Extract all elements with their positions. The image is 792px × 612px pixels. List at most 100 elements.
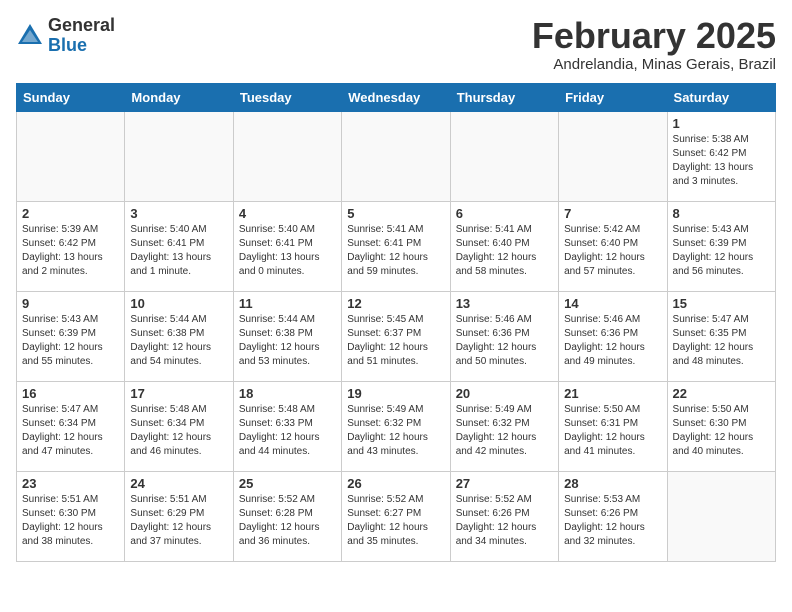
- day-cell: 12 Sunrise: 5:45 AM Sunset: 6:37 PM Dayli…: [342, 291, 450, 381]
- day-cell: [559, 111, 667, 201]
- logo-blue-text: Blue: [48, 36, 115, 56]
- day-cell: 28 Sunrise: 5:53 AM Sunset: 6:26 PM Dayli…: [559, 471, 667, 561]
- day-number: 22: [673, 386, 770, 401]
- day-info: Sunrise: 5:44 AM Sunset: 6:38 PM Dayligh…: [239, 313, 336, 369]
- day-cell: [233, 111, 341, 201]
- week-row-2: 2 Sunrise: 5:39 AM Sunset: 6:42 PM Daylig…: [17, 201, 776, 291]
- day-cell: 10 Sunrise: 5:44 AM Sunset: 6:38 PM Dayli…: [125, 291, 233, 381]
- day-cell: 24 Sunrise: 5:51 AM Sunset: 6:29 PM Dayli…: [125, 471, 233, 561]
- day-info: Sunrise: 5:52 AM Sunset: 6:27 PM Dayligh…: [347, 493, 444, 549]
- day-number: 25: [239, 476, 336, 491]
- calendar-table: SundayMondayTuesdayWednesdayThursdayFrid…: [16, 83, 776, 562]
- day-info: Sunrise: 5:38 AM Sunset: 6:42 PM Dayligh…: [673, 133, 770, 189]
- day-cell: 26 Sunrise: 5:52 AM Sunset: 6:27 PM Dayli…: [342, 471, 450, 561]
- day-info: Sunrise: 5:50 AM Sunset: 6:30 PM Dayligh…: [673, 403, 770, 459]
- day-cell: 2 Sunrise: 5:39 AM Sunset: 6:42 PM Daylig…: [17, 201, 125, 291]
- day-cell: 19 Sunrise: 5:49 AM Sunset: 6:32 PM Dayli…: [342, 381, 450, 471]
- page-header: General Blue February 2025 Andrelandia, …: [16, 16, 776, 73]
- day-info: Sunrise: 5:47 AM Sunset: 6:34 PM Dayligh…: [22, 403, 119, 459]
- day-info: Sunrise: 5:40 AM Sunset: 6:41 PM Dayligh…: [130, 223, 227, 279]
- day-number: 8: [673, 206, 770, 221]
- day-info: Sunrise: 5:43 AM Sunset: 6:39 PM Dayligh…: [673, 223, 770, 279]
- day-number: 14: [564, 296, 661, 311]
- day-number: 1: [673, 116, 770, 131]
- day-info: Sunrise: 5:41 AM Sunset: 6:41 PM Dayligh…: [347, 223, 444, 279]
- day-number: 10: [130, 296, 227, 311]
- day-number: 20: [456, 386, 553, 401]
- day-cell: 11 Sunrise: 5:44 AM Sunset: 6:38 PM Dayli…: [233, 291, 341, 381]
- day-info: Sunrise: 5:53 AM Sunset: 6:26 PM Dayligh…: [564, 493, 661, 549]
- day-cell: [17, 111, 125, 201]
- day-info: Sunrise: 5:49 AM Sunset: 6:32 PM Dayligh…: [347, 403, 444, 459]
- day-cell: 20Sunrise: 5:49 AM Sunset: 6:32 PM Dayli…: [450, 381, 558, 471]
- day-info: Sunrise: 5:50 AM Sunset: 6:31 PM Dayligh…: [564, 403, 661, 459]
- day-cell: 14 Sunrise: 5:46 AM Sunset: 6:36 PM Dayli…: [559, 291, 667, 381]
- day-cell: 8 Sunrise: 5:43 AM Sunset: 6:39 PM Daylig…: [667, 201, 775, 291]
- day-number: 19: [347, 386, 444, 401]
- week-row-4: 16 Sunrise: 5:47 AM Sunset: 6:34 PM Dayli…: [17, 381, 776, 471]
- day-info: Sunrise: 5:46 AM Sunset: 6:36 PM Dayligh…: [564, 313, 661, 369]
- day-cell: [667, 471, 775, 561]
- day-number: 6: [456, 206, 553, 221]
- day-cell: 15Sunrise: 5:47 AM Sunset: 6:35 PM Dayli…: [667, 291, 775, 381]
- weekday-header-tuesday: Tuesday: [233, 83, 341, 111]
- day-info: Sunrise: 5:39 AM Sunset: 6:42 PM Dayligh…: [22, 223, 119, 279]
- title-block: February 2025 Andrelandia, Minas Gerais,…: [532, 16, 776, 73]
- weekday-header-thursday: Thursday: [450, 83, 558, 111]
- day-cell: 4 Sunrise: 5:40 AM Sunset: 6:41 PM Daylig…: [233, 201, 341, 291]
- week-row-1: 1 Sunrise: 5:38 AM Sunset: 6:42 PM Daylig…: [17, 111, 776, 201]
- day-info: Sunrise: 5:51 AM Sunset: 6:30 PM Dayligh…: [22, 493, 119, 549]
- day-number: 24: [130, 476, 227, 491]
- day-info: Sunrise: 5:48 AM Sunset: 6:33 PM Dayligh…: [239, 403, 336, 459]
- weekday-header-wednesday: Wednesday: [342, 83, 450, 111]
- weekday-header-friday: Friday: [559, 83, 667, 111]
- logo: General Blue: [16, 16, 115, 56]
- day-number: 28: [564, 476, 661, 491]
- day-number: 7: [564, 206, 661, 221]
- week-row-3: 9Sunrise: 5:43 AM Sunset: 6:39 PM Daylig…: [17, 291, 776, 381]
- day-number: 23: [22, 476, 119, 491]
- day-info: Sunrise: 5:47 AM Sunset: 6:35 PM Dayligh…: [673, 313, 770, 369]
- day-cell: 5Sunrise: 5:41 AM Sunset: 6:41 PM Daylig…: [342, 201, 450, 291]
- day-info: Sunrise: 5:48 AM Sunset: 6:34 PM Dayligh…: [130, 403, 227, 459]
- day-info: Sunrise: 5:51 AM Sunset: 6:29 PM Dayligh…: [130, 493, 227, 549]
- day-number: 13: [456, 296, 553, 311]
- day-cell: 3 Sunrise: 5:40 AM Sunset: 6:41 PM Daylig…: [125, 201, 233, 291]
- day-number: 21: [564, 386, 661, 401]
- day-info: Sunrise: 5:44 AM Sunset: 6:38 PM Dayligh…: [130, 313, 227, 369]
- day-info: Sunrise: 5:52 AM Sunset: 6:28 PM Dayligh…: [239, 493, 336, 549]
- day-cell: 1 Sunrise: 5:38 AM Sunset: 6:42 PM Daylig…: [667, 111, 775, 201]
- day-cell: 25 Sunrise: 5:52 AM Sunset: 6:28 PM Dayli…: [233, 471, 341, 561]
- weekday-header-sunday: Sunday: [17, 83, 125, 111]
- day-cell: 21 Sunrise: 5:50 AM Sunset: 6:31 PM Dayli…: [559, 381, 667, 471]
- day-info: Sunrise: 5:52 AM Sunset: 6:26 PM Dayligh…: [456, 493, 553, 549]
- week-row-5: 23 Sunrise: 5:51 AM Sunset: 6:30 PM Dayli…: [17, 471, 776, 561]
- day-cell: [450, 111, 558, 201]
- day-info: Sunrise: 5:41 AM Sunset: 6:40 PM Dayligh…: [456, 223, 553, 279]
- day-cell: 27Sunrise: 5:52 AM Sunset: 6:26 PM Dayli…: [450, 471, 558, 561]
- day-number: 26: [347, 476, 444, 491]
- day-cell: 17 Sunrise: 5:48 AM Sunset: 6:34 PM Dayli…: [125, 381, 233, 471]
- day-number: 12: [347, 296, 444, 311]
- day-number: 11: [239, 296, 336, 311]
- day-cell: 22 Sunrise: 5:50 AM Sunset: 6:30 PM Dayli…: [667, 381, 775, 471]
- weekday-header-saturday: Saturday: [667, 83, 775, 111]
- day-info: Sunrise: 5:46 AM Sunset: 6:36 PM Dayligh…: [456, 313, 553, 369]
- day-cell: 18Sunrise: 5:48 AM Sunset: 6:33 PM Dayli…: [233, 381, 341, 471]
- day-number: 3: [130, 206, 227, 221]
- day-cell: 23 Sunrise: 5:51 AM Sunset: 6:30 PM Dayli…: [17, 471, 125, 561]
- weekday-header-row: SundayMondayTuesdayWednesdayThursdayFrid…: [17, 83, 776, 111]
- month-title: February 2025: [532, 16, 776, 56]
- day-cell: 13 Sunrise: 5:46 AM Sunset: 6:36 PM Dayli…: [450, 291, 558, 381]
- day-number: 16: [22, 386, 119, 401]
- day-cell: 7Sunrise: 5:42 AM Sunset: 6:40 PM Daylig…: [559, 201, 667, 291]
- day-info: Sunrise: 5:40 AM Sunset: 6:41 PM Dayligh…: [239, 223, 336, 279]
- day-number: 4: [239, 206, 336, 221]
- location-subtitle: Andrelandia, Minas Gerais, Brazil: [532, 56, 776, 73]
- weekday-header-monday: Monday: [125, 83, 233, 111]
- day-number: 17: [130, 386, 227, 401]
- day-cell: [342, 111, 450, 201]
- day-cell: [125, 111, 233, 201]
- day-info: Sunrise: 5:45 AM Sunset: 6:37 PM Dayligh…: [347, 313, 444, 369]
- day-number: 2: [22, 206, 119, 221]
